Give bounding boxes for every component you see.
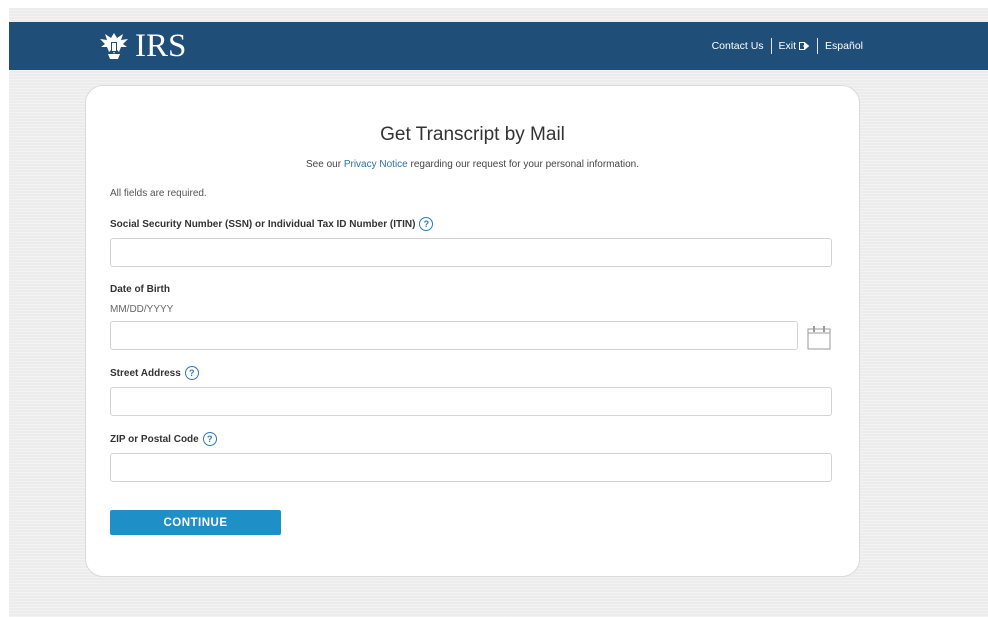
ssn-label-text: Social Security Number (SSN) or Individu…: [110, 218, 416, 230]
ssn-label: Social Security Number (SSN) or Individu…: [110, 217, 434, 231]
continue-button[interactable]: CONTINUE: [110, 510, 281, 535]
privacy-notice-text: See our Privacy Notice regarding our req…: [86, 159, 859, 170]
zip-label-text: ZIP or Postal Code: [110, 433, 199, 445]
form-card: Get Transcript by Mail See our Privacy N…: [85, 85, 860, 577]
dob-label: Date of Birth: [110, 284, 170, 295]
top-navigation: Contact Us Exit Español: [712, 22, 863, 70]
contact-us-link[interactable]: Contact Us: [712, 40, 764, 52]
street-address-input[interactable]: [110, 387, 832, 416]
exit-label: Exit: [778, 40, 797, 52]
required-fields-note: All fields are required.: [110, 188, 207, 199]
street-label: Street Address ?: [110, 366, 199, 380]
eagle-icon: [100, 33, 128, 59]
dob-label-text: Date of Birth: [110, 284, 170, 295]
exit-icon: [799, 42, 810, 50]
nav-divider: [817, 38, 819, 54]
subtitle-prefix: See our: [306, 159, 344, 170]
zip-input[interactable]: [110, 453, 832, 482]
zip-label: ZIP or Postal Code ?: [110, 432, 217, 446]
page-title: Get Transcript by Mail: [380, 124, 565, 145]
street-label-text: Street Address: [110, 367, 181, 379]
street-help-icon[interactable]: ?: [184, 366, 199, 380]
subtitle-suffix: regarding our request for your personal …: [407, 159, 639, 170]
espanol-link[interactable]: Español: [825, 40, 863, 52]
calendar-icon[interactable]: [805, 323, 833, 351]
irs-logo[interactable]: IRS: [97, 22, 186, 70]
logo-text: IRS: [135, 28, 187, 64]
dob-format-hint: MM/DD/YYYY: [110, 304, 174, 315]
exit-link[interactable]: Exit: [779, 40, 811, 52]
privacy-notice-link[interactable]: Privacy Notice: [344, 159, 408, 170]
nav-divider: [770, 38, 772, 54]
dob-input[interactable]: [110, 321, 798, 350]
site-header: IRS Contact Us Exit Español: [9, 22, 988, 70]
ssn-help-icon[interactable]: ?: [419, 217, 434, 231]
zip-help-icon[interactable]: ?: [202, 432, 217, 446]
ssn-input[interactable]: [110, 238, 832, 267]
